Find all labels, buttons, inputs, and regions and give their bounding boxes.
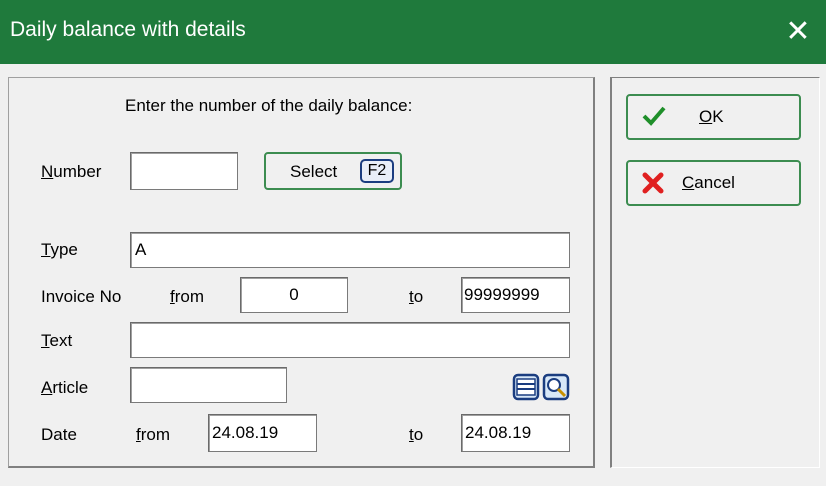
type-input[interactable] [130, 232, 570, 268]
type-label: Type [41, 240, 78, 260]
invoice-from-input[interactable] [240, 277, 348, 313]
select-button[interactable]: Select F2 [264, 152, 402, 190]
daily-balance-dialog: Daily balance with details ✕ Enter the n… [0, 0, 826, 486]
cancel-label: Cancel [682, 173, 735, 193]
invoice-from-label: from [170, 287, 204, 307]
invoice-to-input[interactable] [461, 277, 570, 313]
list-icon[interactable] [512, 373, 540, 401]
number-label-rest: umber [53, 162, 102, 181]
article-label: Article [41, 378, 88, 398]
article-label-rest: rticle [52, 378, 89, 397]
date-from-input[interactable] [208, 414, 317, 452]
invoice-to-label: to [409, 287, 423, 307]
cancel-button[interactable]: Cancel [626, 160, 801, 206]
select-button-label: Select [290, 162, 338, 181]
left-panel [8, 77, 595, 468]
ok-label-rest: K [712, 107, 724, 126]
date-to-label: to [409, 425, 423, 445]
article-label-accel: A [41, 378, 53, 397]
date-label: Date [41, 425, 77, 444]
cross-icon [642, 172, 664, 194]
text-label-rest: ext [49, 331, 73, 350]
invoice-from-rest: rom [174, 287, 205, 306]
date-from-label: from [136, 425, 170, 445]
prompt-text: Enter the number of the daily balance: [125, 96, 413, 115]
f2-key-badge: F2 [360, 159, 394, 183]
number-label: Number [41, 162, 101, 182]
ok-label: OK [699, 107, 724, 127]
cancel-label-accel: C [682, 173, 695, 192]
article-input[interactable] [130, 367, 287, 403]
date-to-rest: o [413, 425, 424, 444]
close-icon[interactable]: ✕ [778, 10, 818, 54]
search-icon[interactable] [542, 373, 570, 401]
invoice-label: Invoice No [41, 287, 122, 306]
cancel-label-rest: ancel [694, 173, 735, 192]
date-to-input[interactable] [461, 414, 570, 452]
ok-button[interactable]: OK [626, 94, 801, 140]
ok-label-accel: O [699, 107, 713, 126]
text-label: Text [41, 331, 72, 351]
type-label-rest: ype [50, 240, 78, 259]
invoice-to-rest: o [413, 287, 424, 306]
text-label-accel: T [41, 331, 50, 350]
check-icon [642, 104, 666, 128]
text-input[interactable] [130, 322, 570, 358]
number-label-accel: N [41, 162, 54, 181]
title-bar: Daily balance with details ✕ [0, 0, 826, 64]
window-title: Daily balance with details [10, 18, 246, 41]
number-input[interactable] [130, 152, 238, 190]
date-from-rest: rom [140, 425, 171, 444]
